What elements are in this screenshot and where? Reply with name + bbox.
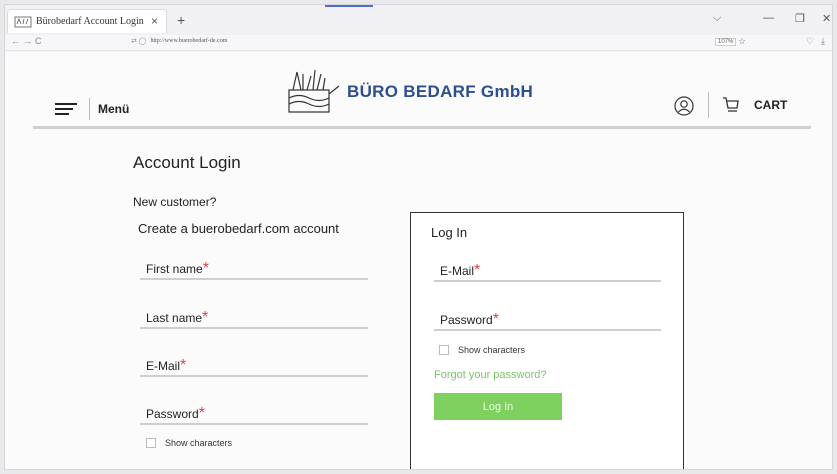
cart-label: CART [754,98,788,112]
register-email-field[interactable]: E-Mail* [140,357,368,377]
brand-name[interactable]: BÜRO BEDARF GmbH [347,82,533,102]
tab-close-icon[interactable]: × [151,14,158,28]
register-show-characters[interactable]: Show characters [146,438,232,448]
navigation-bar: ← → C ⇄ ◯ http://www.buerobedarf-de.com … [5,35,832,51]
required-mark: * [202,260,209,277]
show-characters-label: Show characters [165,438,233,448]
tab-account-login[interactable]: Bürobedarf Account Login × [7,9,167,33]
login-password-field[interactable]: Password* [434,311,661,331]
register-password-field[interactable]: Password* [140,405,368,425]
page-content: Menü BÜRO BEDARF GmbH CART Account Login… [5,52,832,469]
loading-indicator [325,5,373,7]
create-account-heading: Create a buerobedarf.com account [138,221,339,236]
menu-label: Menü [98,102,130,116]
cart-button[interactable]: CART [722,96,787,114]
login-title: Log In [431,225,468,240]
zoom-level[interactable]: 107% [715,38,737,46]
login-show-characters-checkbox[interactable] [439,345,449,355]
last-name-field[interactable]: Last name* [140,309,368,329]
minimize-icon[interactable]: — [763,12,774,24]
required-mark: * [180,357,187,374]
required-mark: * [202,309,209,326]
menu-divider [89,98,90,120]
menu-button[interactable]: Menü [55,98,129,120]
url-text[interactable]: http://www.buerobedarf-de.com [150,38,227,44]
downloads-icon[interactable]: ⤓ [821,36,825,47]
login-show-characters-label: Show characters [458,345,526,355]
login-button[interactable]: Log In [434,393,562,420]
first-name-label: First name [146,262,203,276]
header-divider [708,92,709,118]
close-window-icon[interactable]: ✕ [822,12,831,25]
register-email-label: E-Mail [146,359,181,373]
pocket-icon[interactable]: ♡ [806,36,814,47]
login-email-label: E-Mail [440,264,475,278]
required-mark: * [492,311,499,328]
first-name-field[interactable]: First name* [140,260,368,280]
new-customer-heading: New customer? [133,195,217,209]
new-tab-button[interactable]: + [177,12,185,28]
show-characters-checkbox[interactable] [146,438,156,448]
login-email-field[interactable]: E-Mail* [434,262,661,282]
login-panel: Log In E-Mail* Password* Show characters… [410,212,684,469]
tab-title: Bürobedarf Account Login [36,16,144,27]
forgot-password-link[interactable]: Forgot your password? [434,369,547,381]
back-icon[interactable]: ← [11,36,20,46]
restore-icon[interactable]: ❐ [795,12,805,25]
browser-window: Bürobedarf Account Login × + ⌵ — ❐ ✕ ← →… [4,4,833,470]
login-password-label: Password [440,313,493,327]
hamburger-icon [55,102,77,116]
required-mark: * [198,405,205,422]
cart-icon [723,97,739,112]
tab-bar: Bürobedarf Account Login × + ⌵ — ❐ ✕ [5,5,832,35]
page-title: Account Login [133,153,241,172]
tab-list-dropdown-icon[interactable]: ⌵ [713,12,721,25]
register-password-label: Password [146,407,199,421]
reload-icon[interactable]: C [35,36,42,46]
login-show-characters[interactable]: Show characters [439,345,525,355]
address-bar[interactable]: ⇄ ◯ http://www.buerobedarf-de.com [131,37,227,45]
bookmark-star-icon[interactable]: ☆ [738,36,746,47]
favicon-icon [14,16,32,27]
logo-icon[interactable] [281,68,343,116]
header-rule [33,126,811,129]
site-info-icon[interactable]: ⇄ ◯ [131,37,146,45]
required-mark: * [474,262,481,279]
last-name-label: Last name [146,311,203,325]
user-icon[interactable] [674,96,694,116]
forward-icon[interactable]: → [23,36,32,46]
